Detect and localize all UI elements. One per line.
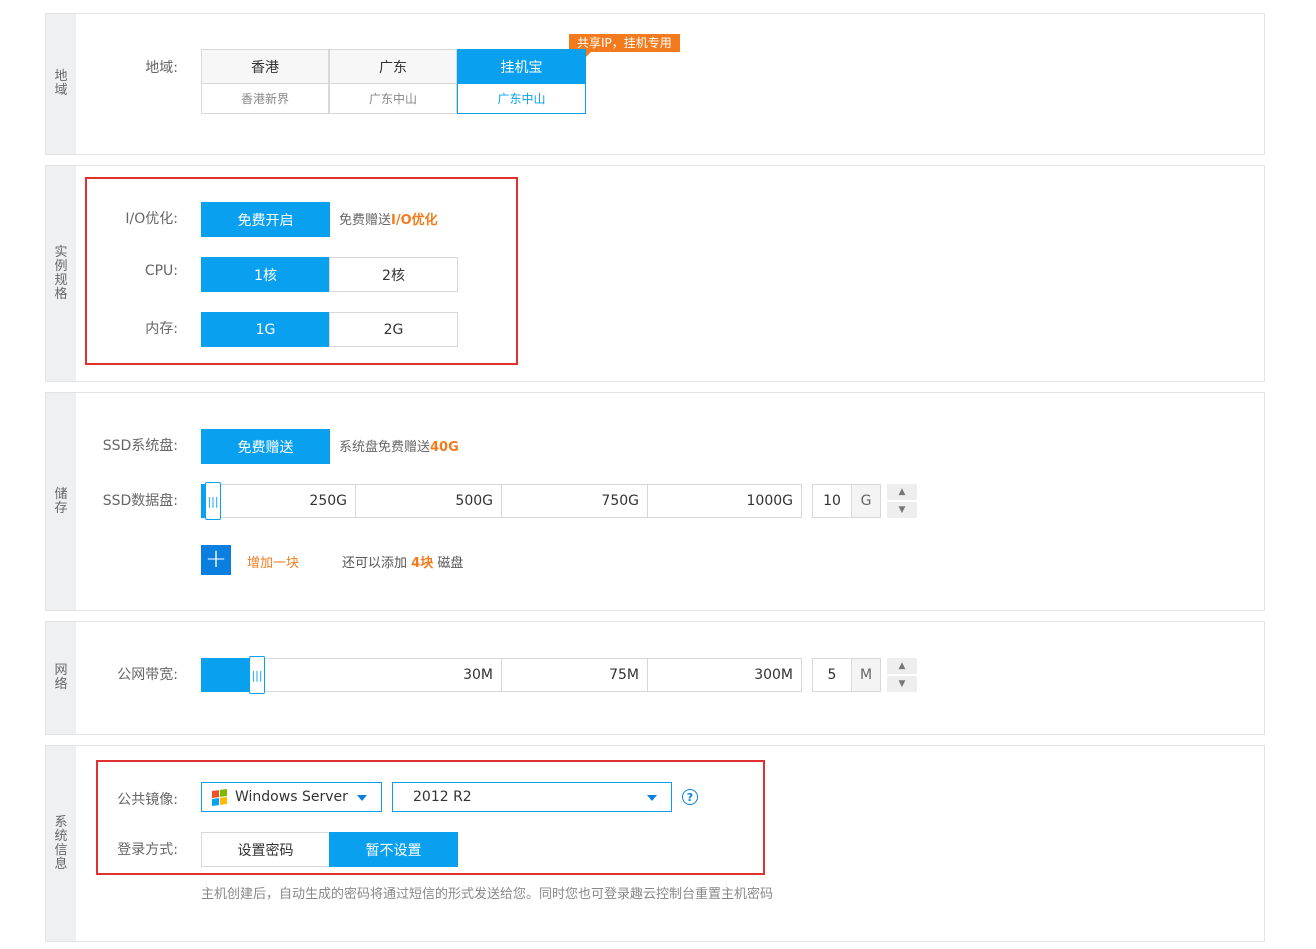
login-set-password-button[interactable]: 设置密码 <box>201 832 330 867</box>
bandwidth-label: 公网带宽: <box>117 667 178 683</box>
ssd-data-label: SSD数据盘: <box>102 493 178 509</box>
ssd-data-decrement-button[interactable]: ▼ <box>887 502 917 518</box>
io-enable-button[interactable]: 免费开启 <box>201 202 330 237</box>
io-label: I/O优化: <box>125 211 178 227</box>
cpu-option-2[interactable]: 2核 <box>329 257 458 292</box>
slider-tick: 300M <box>647 658 802 692</box>
bandwidth-decrement-button[interactable]: ▼ <box>887 676 917 692</box>
os-select[interactable]: Windows Server <box>201 782 382 812</box>
system-section: 系统信息 公共镜像: Windows Server 2012 R2 ? 登录方式… <box>45 745 1265 942</box>
version-select[interactable]: 2012 R2 <box>392 782 672 812</box>
slider-tick: 1000G <box>647 484 802 518</box>
help-icon[interactable]: ? <box>682 789 698 805</box>
section-side-label: 地域 <box>46 14 76 154</box>
add-disk-label[interactable]: 增加一块 <box>247 552 299 571</box>
slider-fill <box>201 658 251 692</box>
region-option-guajibao[interactable]: 挂机宝 <box>457 49 586 84</box>
bandwidth-unit: M <box>851 658 881 692</box>
memory-label: 内存: <box>145 321 178 337</box>
slider-handle[interactable]: ||| <box>205 482 221 520</box>
region-selector: 香港 广东 挂机宝 香港新界 广东中山 广东中山 <box>201 49 587 114</box>
instance-section: 实例规格 I/O优化: 免费开启 免费赠送I/O优化 CPU: 1核 2核 内存… <box>45 165 1265 382</box>
add-disk-note: 还可以添加 4块 磁盘 <box>342 556 464 571</box>
slider-tick: 75M <box>501 658 648 692</box>
ssd-data-slider[interactable]: 250G 500G 750G 1000G ||| <box>201 482 802 520</box>
slider-tick: 500G <box>355 484 502 518</box>
cpu-label: CPU: <box>144 263 178 279</box>
bandwidth-slider[interactable]: 30M 75M 300M ||| <box>201 656 802 694</box>
region-label: 地域: <box>145 60 178 76</box>
region-sub-guajibao[interactable]: 广东中山 <box>457 83 586 114</box>
version-select-value: 2012 R2 <box>413 789 472 805</box>
ssd-data-unit: G <box>851 484 881 518</box>
network-section: 网络 公网带宽: 30M 75M 300M ||| 5 M ▲ ▼ <box>45 621 1265 735</box>
login-method-label: 登录方式: <box>117 842 178 858</box>
chevron-down-icon <box>357 795 367 801</box>
windows-logo-icon <box>212 788 227 806</box>
region-option-hongkong[interactable]: 香港 <box>201 49 329 84</box>
io-note: 免费赠送I/O优化 <box>339 213 438 228</box>
login-hint: 主机创建后，自动生成的密码将通过短信的形式发送给您。同时您也可登录趣云控制台重置… <box>201 887 774 902</box>
memory-option-2[interactable]: 2G <box>329 312 458 347</box>
storage-section: 储存 SSD系统盘: 免费赠送 系统盘免费赠送40G SSD数据盘: 250G … <box>45 392 1265 611</box>
cpu-option-1[interactable]: 1核 <box>201 257 330 292</box>
ssd-data-value-input[interactable]: 10 <box>812 484 852 518</box>
slider-tick: 250G <box>201 484 356 518</box>
slider-handle[interactable]: ||| <box>249 656 265 694</box>
ssd-system-label: SSD系统盘: <box>102 438 178 454</box>
bandwidth-value-input[interactable]: 5 <box>812 658 852 692</box>
slider-tick: 750G <box>501 484 648 518</box>
image-label: 公共镜像: <box>117 792 178 808</box>
ssd-data-increment-button[interactable]: ▲ <box>887 484 917 500</box>
add-disk-button[interactable]: + <box>201 545 231 575</box>
bandwidth-increment-button[interactable]: ▲ <box>887 658 917 674</box>
os-select-value: Windows Server <box>235 789 348 805</box>
region-option-guangdong[interactable]: 广东 <box>329 49 457 84</box>
chevron-down-icon <box>647 795 657 801</box>
ssd-system-free-button[interactable]: 免费赠送 <box>201 429 330 464</box>
ssd-system-note: 系统盘免费赠送40G <box>339 440 459 455</box>
region-sub-guangdong[interactable]: 广东中山 <box>329 83 457 114</box>
login-skip-button[interactable]: 暂不设置 <box>329 832 458 867</box>
region-section: 地域 地域: 共享IP，挂机专用 香港 广东 挂机宝 香港新界 广东中山 广东中… <box>45 13 1265 155</box>
region-sub-hongkong[interactable]: 香港新界 <box>201 83 329 114</box>
memory-option-1[interactable]: 1G <box>201 312 330 347</box>
